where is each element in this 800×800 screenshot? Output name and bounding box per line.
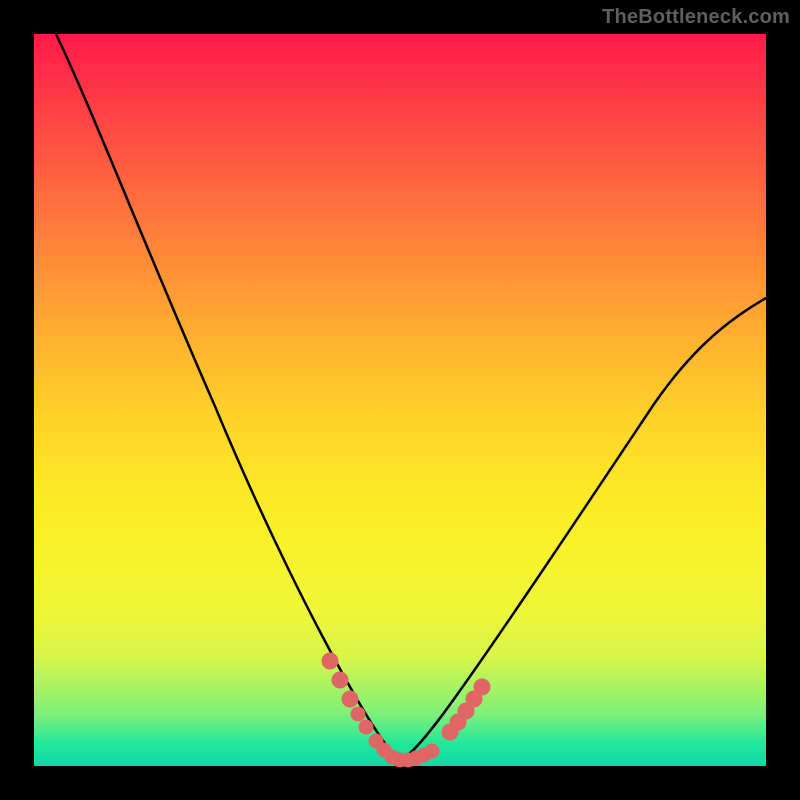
- plot-gradient-area: [34, 34, 766, 766]
- highlight-beads: [322, 653, 490, 767]
- curve-svg: [34, 34, 766, 766]
- bead-dot: [474, 679, 490, 695]
- bead-dot: [332, 672, 348, 688]
- bead-dot: [359, 720, 373, 734]
- chart-frame: TheBottleneck.com: [0, 0, 800, 800]
- bead-dot: [351, 707, 365, 721]
- left-branch-path: [56, 34, 400, 761]
- bead-dot: [342, 691, 358, 707]
- right-branch-path: [400, 298, 766, 761]
- watermark-text: TheBottleneck.com: [602, 6, 790, 29]
- bottleneck-curve: [56, 34, 766, 761]
- plot-outer-border: [0, 0, 800, 800]
- bead-dot: [425, 744, 439, 758]
- bead-dot: [322, 653, 338, 669]
